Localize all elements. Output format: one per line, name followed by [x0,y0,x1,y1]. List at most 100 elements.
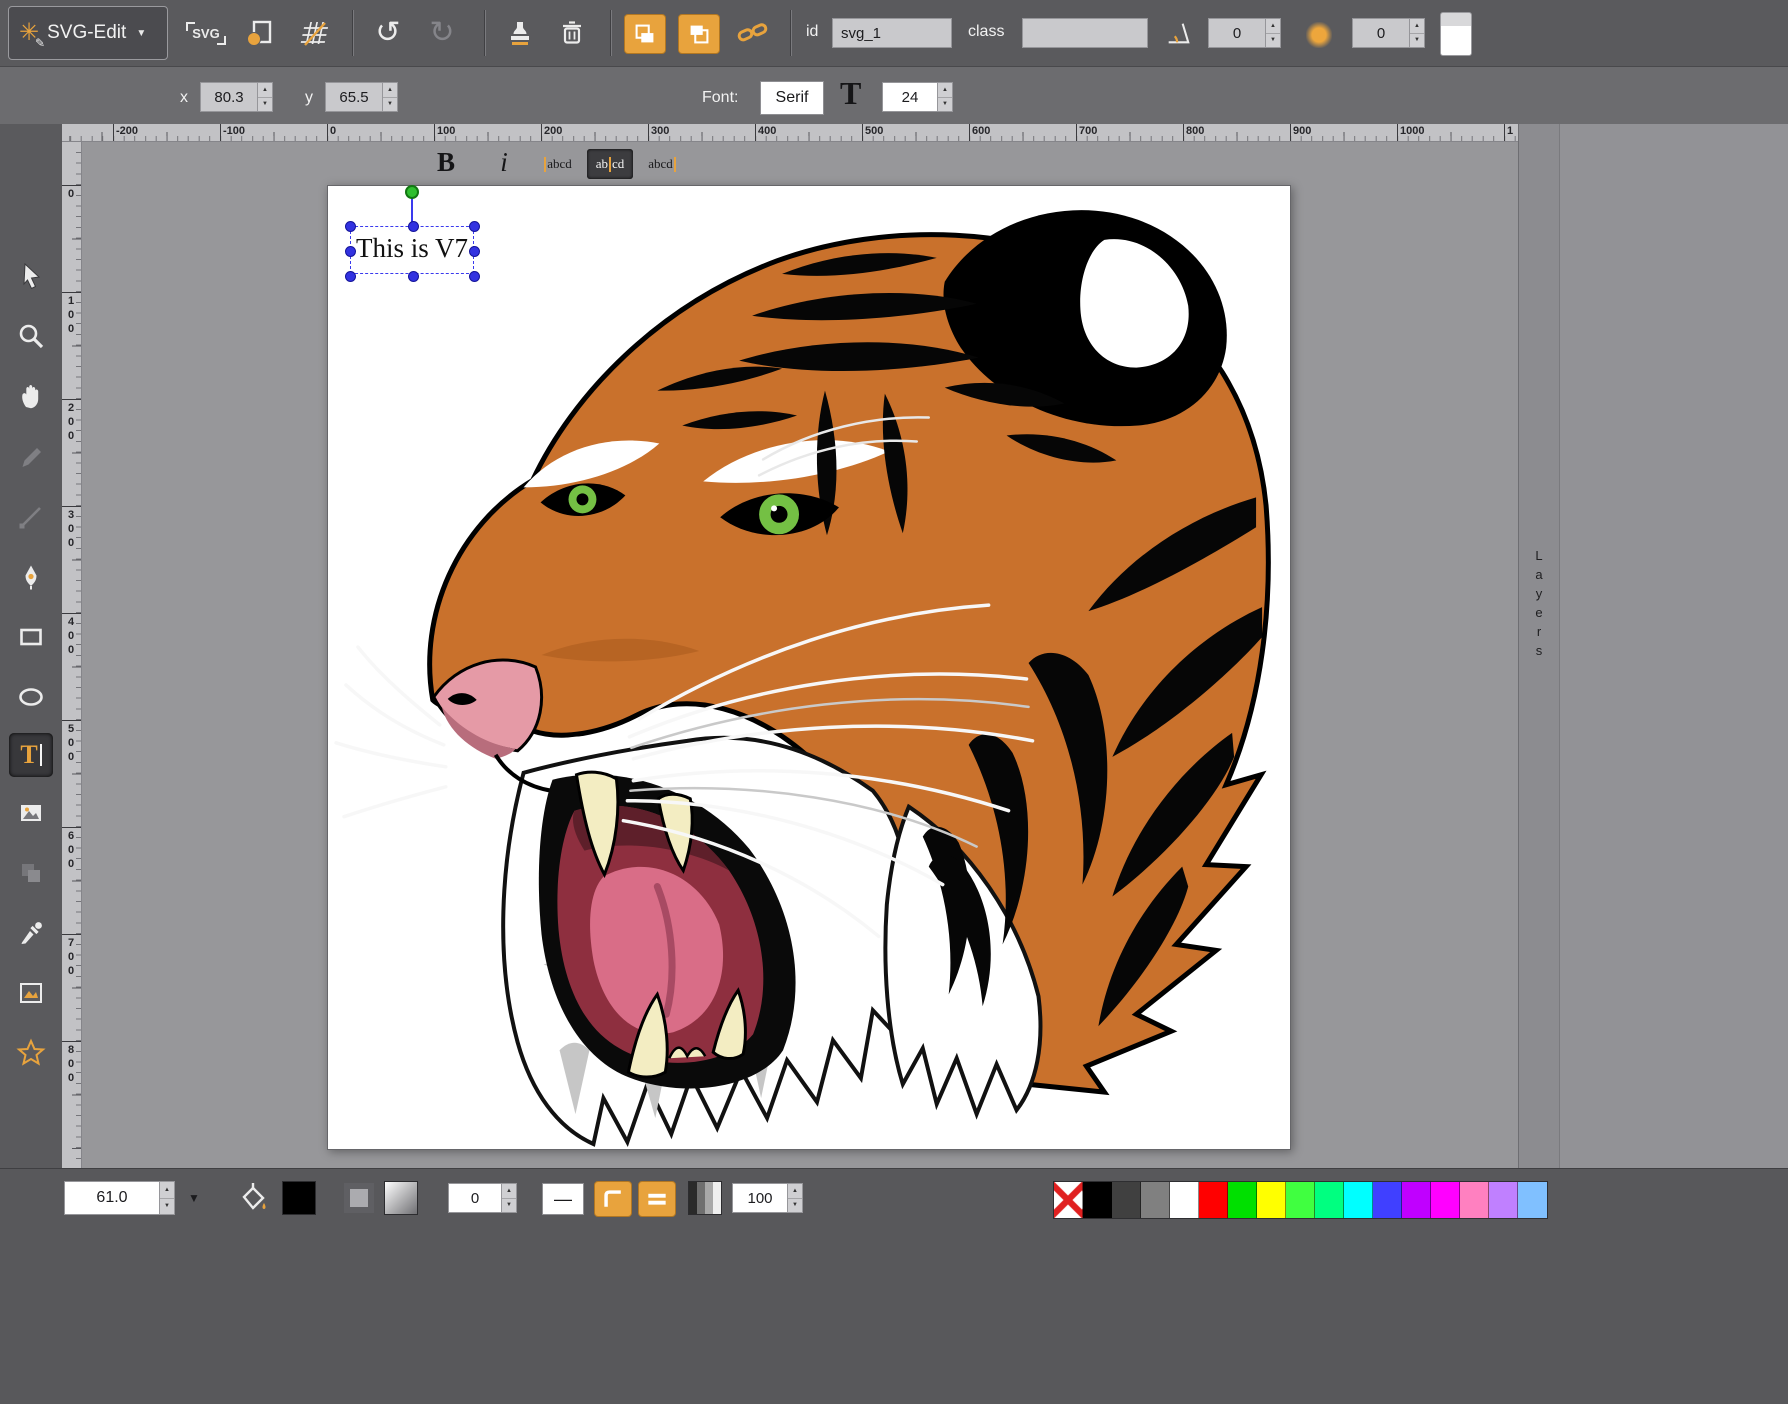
angle-input[interactable] [1208,18,1266,48]
palette-swatch[interactable] [1460,1182,1489,1218]
palette-swatch[interactable] [1170,1182,1199,1218]
vertical-ruler: 0 100 200 300 400 500 600 700 800 [62,142,82,1168]
delete-button[interactable] [550,11,594,55]
svg-canvas[interactable]: This is V7 [327,185,1291,1150]
opacity-input[interactable] [732,1183,788,1213]
id-input[interactable] [832,18,952,48]
anchor-middle-bar-icon [609,157,611,172]
spin-down-icon[interactable]: ▼ [788,1199,802,1213]
spin-up-icon[interactable]: ▲ [788,1184,802,1199]
spin-up-icon[interactable]: ▲ [1266,19,1280,34]
make-link-button[interactable] [732,11,776,55]
text-anchor-end-button[interactable]: abcd [639,149,685,179]
spin-down-icon[interactable]: ▼ [1266,34,1280,48]
ruler-label: 800 [1186,125,1204,137]
italic-button[interactable]: i [486,143,522,181]
move-to-bottom-button[interactable] [624,14,666,54]
y-input[interactable] [325,82,383,112]
palette-swatch[interactable] [1518,1182,1547,1218]
image-tool-button[interactable] [9,791,53,835]
layers-panel-toggle[interactable]: Layers [1519,124,1560,1168]
background-color-swatch[interactable] [1440,12,1472,56]
palette-swatch[interactable] [1315,1182,1344,1218]
text-tool-button[interactable]: T [9,733,53,777]
zoom-tool-button[interactable] [9,314,53,358]
zoom-dropdown-caret[interactable]: ▼ [188,1191,200,1205]
y-spinner: ▲▼ [325,82,398,112]
stroke-width-spinner: ▲▼ [448,1183,517,1213]
palette-swatch[interactable] [1402,1182,1431,1218]
move-to-top-button[interactable] [678,14,720,54]
palette-swatch[interactable] [1141,1182,1170,1218]
resize-handle-e[interactable] [469,246,480,257]
redo-button[interactable]: ↻ [420,11,464,55]
resize-handle-n[interactable] [408,221,419,232]
spin-down-icon[interactable]: ▼ [1410,34,1424,48]
pan-tool-button[interactable] [9,374,53,418]
stroke-color-swatch[interactable] [384,1181,418,1215]
main-menu-button[interactable]: ✳✎ SVG-Edit ▼ [8,6,168,60]
palette-swatch[interactable] [1431,1182,1460,1218]
spin-down-icon[interactable]: ▼ [502,1199,516,1213]
spin-down-icon[interactable]: ▼ [258,98,272,112]
bold-button[interactable]: B [428,143,464,181]
text-anchor-start-button[interactable]: abcd [535,149,581,179]
clone-tool-button[interactable] [9,851,53,895]
selected-text-element[interactable]: This is V7 [356,233,468,264]
pencil-tool-button[interactable] [9,436,53,480]
clone-button[interactable] [498,11,542,55]
edit-source-button[interactable]: SVG [184,11,228,55]
palette-swatch[interactable] [1257,1182,1286,1218]
undo-button[interactable]: ↺ [366,11,410,55]
spin-down-icon[interactable]: ▼ [160,1199,174,1215]
ellipse-tool-button[interactable] [9,675,53,719]
font-size-input[interactable] [882,82,938,112]
shape-library-tool-button[interactable] [9,1031,53,1075]
spin-up-icon[interactable]: ▲ [1410,19,1424,34]
linecap-button[interactable] [638,1181,676,1217]
spin-down-icon[interactable]: ▼ [938,98,952,112]
document-properties-button[interactable] [238,11,282,55]
spin-up-icon[interactable]: ▲ [258,83,272,98]
select-tool-button[interactable] [9,254,53,298]
text-anchor-middle-button[interactable]: abcd [587,149,633,179]
resize-handle-nw[interactable] [345,221,356,232]
resize-handle-se[interactable] [469,271,480,282]
path-tool-button[interactable] [9,555,53,599]
resize-handle-ne[interactable] [469,221,480,232]
rect-tool-button[interactable] [9,615,53,659]
stroke-width-input[interactable] [448,1183,502,1213]
editor-preferences-button[interactable] [292,11,336,55]
bold-icon: B [437,147,455,178]
resize-handle-sw[interactable] [345,271,356,282]
palette-swatch-none[interactable] [1054,1182,1083,1218]
resize-handle-s[interactable] [408,271,419,282]
rotation-handle[interactable] [405,185,419,199]
blur-input[interactable] [1352,18,1410,48]
font-family-select[interactable]: Serif [760,81,824,115]
resize-handle-w[interactable] [345,246,356,257]
eyedropper-tool-button[interactable] [9,911,53,955]
palette-swatch[interactable] [1228,1182,1257,1218]
spin-up-icon[interactable]: ▲ [938,83,952,98]
palette-swatch[interactable] [1489,1182,1518,1218]
class-input[interactable] [1022,18,1148,48]
spin-up-icon[interactable]: ▲ [502,1184,516,1199]
palette-swatch[interactable] [1112,1182,1141,1218]
image-library-tool-button[interactable] [9,971,53,1015]
linejoin-button[interactable] [594,1181,632,1217]
fill-color-swatch[interactable] [282,1181,316,1215]
palette-swatch[interactable] [1344,1182,1373,1218]
tiger-artwork[interactable] [328,186,1290,1149]
spin-down-icon[interactable]: ▼ [383,98,397,112]
palette-swatch[interactable] [1199,1182,1228,1218]
spin-up-icon[interactable]: ▲ [160,1182,174,1199]
palette-swatch[interactable] [1373,1182,1402,1218]
palette-swatch[interactable] [1286,1182,1315,1218]
x-input[interactable] [200,82,258,112]
spin-up-icon[interactable]: ▲ [383,83,397,98]
stroke-style-select[interactable]: — [542,1183,584,1215]
palette-swatch[interactable] [1083,1182,1112,1218]
zoom-input[interactable] [64,1181,160,1215]
line-tool-button[interactable] [9,495,53,539]
